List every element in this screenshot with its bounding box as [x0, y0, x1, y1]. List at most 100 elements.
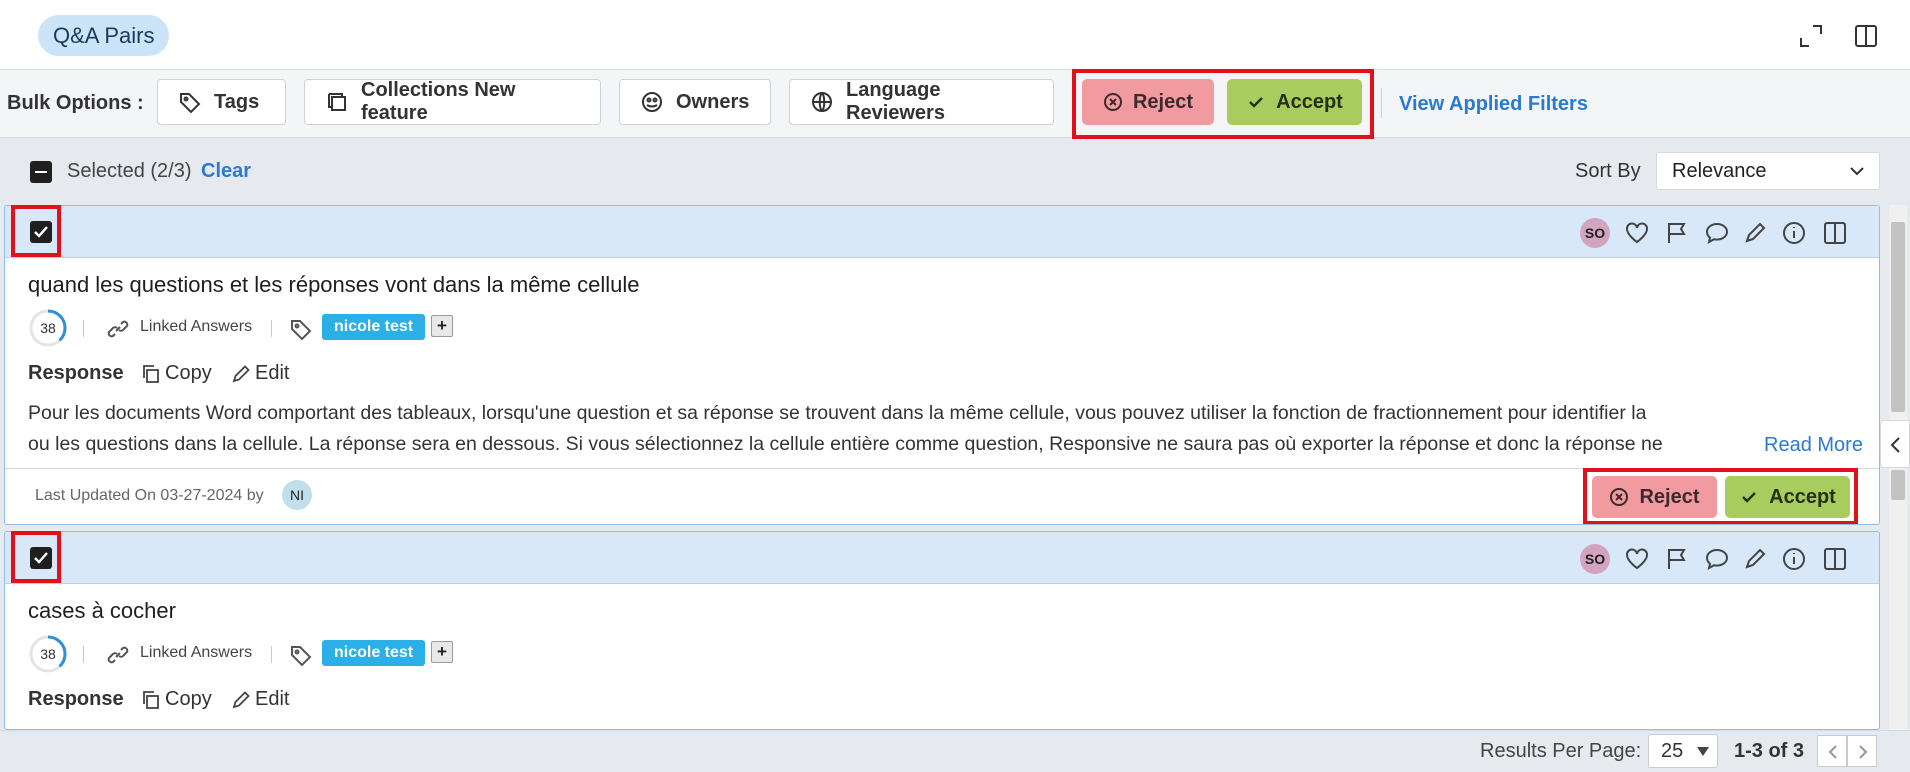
- owner-avatar: SO: [1580, 218, 1610, 248]
- comment-icon[interactable]: [1704, 220, 1730, 246]
- split-panel-icon[interactable]: [1852, 22, 1880, 50]
- info-icon[interactable]: [1781, 220, 1807, 246]
- globe-icon: [812, 92, 832, 112]
- pencil-icon[interactable]: [1742, 546, 1768, 572]
- collapse-panel-button[interactable]: [1880, 420, 1910, 468]
- checkbox-highlight: [11, 531, 61, 583]
- link-icon: [107, 646, 129, 664]
- score-value: 38: [40, 646, 56, 662]
- scrollbar-thumb[interactable]: [1891, 470, 1905, 500]
- next-page-button[interactable]: [1847, 735, 1877, 767]
- copy-icon[interactable]: [141, 690, 161, 710]
- question-title[interactable]: cases à cocher: [28, 598, 176, 624]
- card-header: SO: [5, 532, 1879, 584]
- chevron-down-icon: [1850, 167, 1864, 176]
- bulk-reject-label: Reject: [1132, 90, 1194, 113]
- add-tag-button[interactable]: +: [431, 315, 453, 337]
- checkbox-highlight: [11, 205, 61, 257]
- selected-count: Selected (2/3): [67, 160, 192, 182]
- edit-button[interactable]: Edit: [255, 688, 289, 711]
- collections-label: Collections New feature: [361, 79, 516, 124]
- link-icon: [107, 320, 129, 338]
- info-icon[interactable]: [1781, 546, 1807, 572]
- bulk-accept-label: Accept: [1276, 90, 1343, 113]
- top-bar: Q&A Pairs: [0, 0, 1910, 70]
- heart-icon[interactable]: [1624, 546, 1650, 572]
- edit-button[interactable]: Edit: [255, 362, 289, 385]
- copy-button[interactable]: Copy: [165, 688, 212, 711]
- results-range: 1-3 of 3: [1734, 740, 1805, 762]
- sort-by-label: Sort By: [1575, 160, 1641, 182]
- card-meta: 38 Linked Answers nicole test +: [28, 634, 728, 674]
- pagination-footer: Results Per Page: 25 1-3 of 3: [0, 730, 1910, 772]
- clear-selection-link[interactable]: Clear: [201, 160, 251, 183]
- owners-button[interactable]: Owners: [619, 79, 771, 125]
- flag-icon[interactable]: [1664, 546, 1690, 572]
- linked-answers-link[interactable]: Linked Answers: [140, 318, 252, 336]
- check-icon: [1742, 492, 1756, 503]
- view-applied-filters-link[interactable]: View Applied Filters: [1399, 93, 1588, 116]
- page-title: Q&A Pairs: [38, 15, 170, 56]
- tag-chip[interactable]: nicole test: [322, 314, 426, 340]
- owner-avatar: SO: [1580, 544, 1610, 574]
- question-title[interactable]: quand les questions et les réponses vont…: [28, 272, 639, 298]
- scrollbar-thumb[interactable]: [1891, 222, 1905, 412]
- bulk-reject-button[interactable]: Reject: [1082, 79, 1214, 125]
- bulk-options-label: Bulk Options :: [7, 92, 144, 114]
- qa-card: SO cases à cocher 38 Linked Answers nico…: [4, 531, 1880, 730]
- card-reject-label: Reject: [1639, 485, 1700, 508]
- tag-icon: [291, 646, 312, 667]
- bulk-accept-button[interactable]: Accept: [1227, 79, 1362, 125]
- language-reviewers-label: Language Reviewers: [846, 79, 945, 124]
- pencil-icon[interactable]: [1742, 220, 1768, 246]
- collections-button[interactable]: Collections New feature: [304, 79, 601, 125]
- pencil-icon[interactable]: [231, 364, 251, 384]
- check-icon: [1249, 97, 1263, 108]
- divider: [271, 320, 272, 337]
- response-line-1: Pour les documents Word comportant des t…: [28, 402, 1647, 424]
- copy-icon[interactable]: [141, 364, 161, 384]
- divider: [271, 646, 272, 663]
- tag-icon: [291, 320, 312, 341]
- owners-label: Owners: [676, 90, 750, 113]
- sort-by-select[interactable]: Relevance: [1656, 152, 1880, 190]
- flag-icon[interactable]: [1664, 220, 1690, 246]
- divider: [83, 646, 84, 663]
- tag-chip[interactable]: nicole test: [322, 640, 426, 666]
- response-label: Response: [28, 362, 124, 384]
- read-more-link[interactable]: Read More: [1764, 434, 1863, 457]
- card-footer: Last Updated On 03-27-2024 by NI Reject …: [5, 468, 1879, 524]
- response-row: Response Copy Edit: [28, 684, 628, 716]
- copy-button[interactable]: Copy: [165, 362, 212, 385]
- pencil-icon[interactable]: [231, 690, 251, 710]
- chevron-left-icon: [1828, 745, 1837, 759]
- tags-button[interactable]: Tags: [157, 79, 286, 125]
- caret-down-icon: [1697, 747, 1709, 756]
- previous-page-button[interactable]: [1817, 735, 1847, 767]
- card-reject-button[interactable]: Reject: [1592, 476, 1717, 518]
- expand-icon[interactable]: [1797, 22, 1825, 50]
- comment-icon[interactable]: [1704, 546, 1730, 572]
- add-tag-button[interactable]: +: [431, 641, 453, 663]
- chevron-right-icon: [1859, 745, 1868, 759]
- response-row: Response Copy Edit: [28, 358, 628, 390]
- results-per-page-label: Results Per Page:: [1480, 740, 1642, 762]
- reject-icon: [1103, 93, 1122, 111]
- split-panel-icon[interactable]: [1822, 546, 1848, 572]
- owners-icon: [642, 92, 662, 112]
- reject-icon: [1610, 488, 1629, 506]
- bulk-options-bar: Bulk Options : Tags Collections New feat…: [0, 69, 1910, 139]
- divider: [83, 320, 84, 337]
- linked-answers-link[interactable]: Linked Answers: [140, 644, 252, 662]
- heart-icon[interactable]: [1624, 220, 1650, 246]
- card-accept-button[interactable]: Accept: [1725, 476, 1850, 518]
- results-per-page-value: 25: [1661, 740, 1684, 762]
- results-per-page-select[interactable]: 25: [1648, 734, 1718, 768]
- select-all-checkbox[interactable]: [30, 161, 52, 183]
- score-value: 38: [40, 320, 56, 336]
- divider: [1381, 88, 1382, 118]
- language-reviewers-button[interactable]: Language Reviewers: [789, 79, 1054, 125]
- last-updated-text: Last Updated On 03-27-2024 by: [35, 487, 264, 504]
- split-panel-icon[interactable]: [1822, 220, 1848, 246]
- collections-icon: [328, 93, 346, 111]
